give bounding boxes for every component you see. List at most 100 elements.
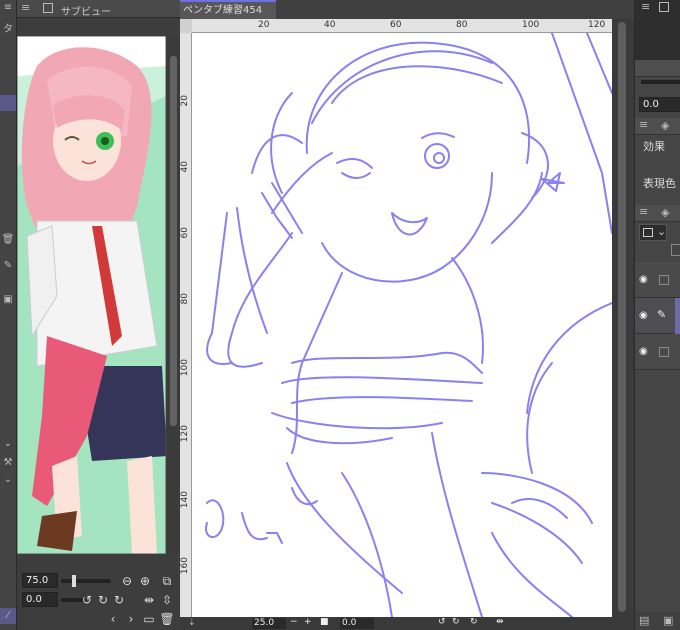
rotate-right-icon[interactable]: ↻ <box>452 617 460 627</box>
ruler-tick-label: 120 <box>588 20 606 30</box>
rotate-right-icon[interactable]: ↻ <box>95 592 111 608</box>
sketch-drawing <box>205 33 612 617</box>
value-field[interactable]: 0.0 <box>639 97 680 112</box>
eye-icon[interactable]: ◉ <box>639 275 653 285</box>
reference-illustration <box>16 35 167 555</box>
new-layer-icon[interactable]: ▤ <box>639 614 649 627</box>
property-header <box>635 60 680 77</box>
fit-icon[interactable]: ■ <box>320 617 329 627</box>
expression-color-label: 表現色 <box>643 177 676 190</box>
new-folder-icon[interactable]: ▣ <box>663 614 673 627</box>
value-slider[interactable] <box>641 80 680 84</box>
layers-icon[interactable]: ◈ <box>661 119 669 132</box>
rotate-field[interactable]: 0.0 <box>22 592 58 607</box>
ruler-tick-label: 20 <box>258 20 270 30</box>
menu-icon[interactable]: ≡ <box>639 205 648 218</box>
layer-option-icon[interactable] <box>671 244 680 256</box>
subview-panel: ≡ サブビュー 75.0 ⊖ ⊕ ⧉ 0.0 ↺ ↻ ↻ ⇹ ⇳ ‹ › ▭ 🗑 <box>16 0 180 630</box>
expand-icon[interactable]: ⇣ <box>188 618 196 628</box>
canvas-tab-label: ペンタブ練習454 <box>183 5 263 16</box>
eye-icon[interactable]: ◉ <box>639 311 653 321</box>
drawing-canvas[interactable] <box>192 33 612 617</box>
tab-canvas-document[interactable]: ペンタブ練習454 × <box>180 0 276 33</box>
zoom-in-icon[interactable]: ⊕ <box>137 573 153 589</box>
right-panel: ≡ 0.0 ≡ ◈ 効果 表現色 ≡ ◈ ⌄ ◉ ◉ ✎ ◉ ▤ ▣ <box>634 0 680 630</box>
layer-row[interactable]: ◉ <box>635 334 680 370</box>
subview-tab-label[interactable]: サブビュー <box>61 3 111 18</box>
lock-icon[interactable]: ▣ <box>0 292 16 308</box>
trash-icon[interactable]: 🗑 <box>159 611 175 627</box>
ruler-tick-label: 60 <box>390 20 402 30</box>
subview-zoom-row: 75.0 ⊖ ⊕ ⧉ <box>17 572 180 590</box>
ruler-tick-label: 140 <box>180 491 190 509</box>
canvas-scrollbar[interactable] <box>612 19 632 617</box>
subview-tabbar: ≡ サブビュー <box>17 0 180 18</box>
subview-scrollbar[interactable] <box>167 36 180 554</box>
zoom-field[interactable]: 75.0 <box>22 573 58 588</box>
subview-rotate-row: 0.0 ↺ ↻ ↻ ⇹ ⇳ <box>17 591 180 609</box>
flip-horizontal-icon[interactable]: ⇹ <box>496 617 504 627</box>
reset-rotate-icon[interactable]: ↻ <box>111 592 127 608</box>
window-icon[interactable] <box>659 2 669 12</box>
effect-label: 効果 <box>643 140 665 153</box>
zoom-out-icon[interactable]: − <box>290 617 298 627</box>
ruler-corner <box>180 19 192 33</box>
ruler-tick-label: 100 <box>522 20 540 30</box>
next-icon[interactable]: › <box>123 611 139 627</box>
eye-icon[interactable]: ◉ <box>639 347 653 357</box>
subview-reference-image[interactable] <box>16 35 167 555</box>
ruler-tick-label: 160 <box>180 557 190 575</box>
subview-nav-row: ‹ › ▭ 🗑 <box>17 610 180 628</box>
zoom-out-icon[interactable]: ⊖ <box>119 573 135 589</box>
layer-thumbnail <box>675 298 680 334</box>
zoom-slider-knob[interactable] <box>72 575 76 587</box>
ruler-tick-label: 40 <box>180 161 190 173</box>
menu-icon[interactable]: ≡ <box>0 0 16 16</box>
subview-scroll-thumb[interactable] <box>170 56 177 426</box>
menu-icon[interactable]: ≡ <box>639 118 648 131</box>
left-tool-strip: ≡ タ 🗑 ✎ ▣ ⌄ ⚒ ⌄ ⁄ <box>0 0 17 630</box>
layer-checkbox[interactable] <box>659 275 669 285</box>
pen-icon: ✎ <box>657 308 667 321</box>
flip-vertical-icon[interactable]: ⇳ <box>159 592 175 608</box>
rotate-left-icon[interactable]: ↺ <box>438 617 446 627</box>
eyedropper-icon[interactable]: ⁄ <box>0 608 16 624</box>
fit-icon[interactable]: ⧉ <box>159 573 175 589</box>
layer-checkbox[interactable] <box>659 347 669 357</box>
menu-icon[interactable]: ≡ <box>21 1 30 14</box>
blend-swatch <box>643 228 653 237</box>
menu-icon[interactable]: ≡ <box>641 0 650 13</box>
flip-horizontal-icon[interactable]: ⇹ <box>141 592 157 608</box>
blend-mode-select[interactable]: ⌄ <box>639 224 667 241</box>
window-icon[interactable] <box>43 3 53 13</box>
layer-row-active[interactable]: ◉ ✎ <box>635 298 680 334</box>
tool-button-active[interactable] <box>0 95 16 111</box>
layer-property-header: ≡ ◈ <box>635 118 680 135</box>
navigator-section: ≡ <box>635 0 680 60</box>
trash-icon[interactable]: 🗑 <box>0 232 16 248</box>
wrench-icon[interactable]: ⚒ <box>0 455 16 471</box>
ruler-tick-label: 40 <box>324 20 336 30</box>
rotate-left-icon[interactable]: ↺ <box>79 592 95 608</box>
ruler-tick-label: 100 <box>180 359 190 377</box>
status-rotate-field[interactable]: 0.0 <box>340 618 374 629</box>
reset-rotate-icon[interactable]: ↻ <box>470 617 478 627</box>
chevron-down-icon: ⌄ <box>657 225 667 238</box>
prev-icon[interactable]: ‹ <box>105 611 121 627</box>
chevron-down-icon[interactable]: ⌄ <box>0 436 16 452</box>
ruler-vertical: 20 40 60 80 100 120 140 160 <box>180 33 192 617</box>
layer-row[interactable]: ◉ <box>635 262 680 298</box>
pen-icon[interactable]: ✎ <box>0 258 16 274</box>
ruler-tick-label: 80 <box>456 20 468 30</box>
layers-icon[interactable]: ◈ <box>661 206 669 219</box>
zoom-slider[interactable] <box>61 579 111 583</box>
folder-icon[interactable]: ▭ <box>141 611 157 627</box>
status-zoom-field[interactable]: 25.0 <box>252 618 286 629</box>
layer-panel-header: ≡ ◈ <box>635 205 680 222</box>
zoom-in-icon[interactable]: + <box>304 617 312 627</box>
chevron-down-icon[interactable]: ⌄ <box>0 472 16 488</box>
layer-footer: ▤ ▣ <box>635 612 680 630</box>
canvas-scroll-thumb[interactable] <box>618 22 626 612</box>
ruler-tick-label: 20 <box>180 95 190 107</box>
ruler-horizontal: 20 40 60 80 100 120 <box>192 19 612 33</box>
